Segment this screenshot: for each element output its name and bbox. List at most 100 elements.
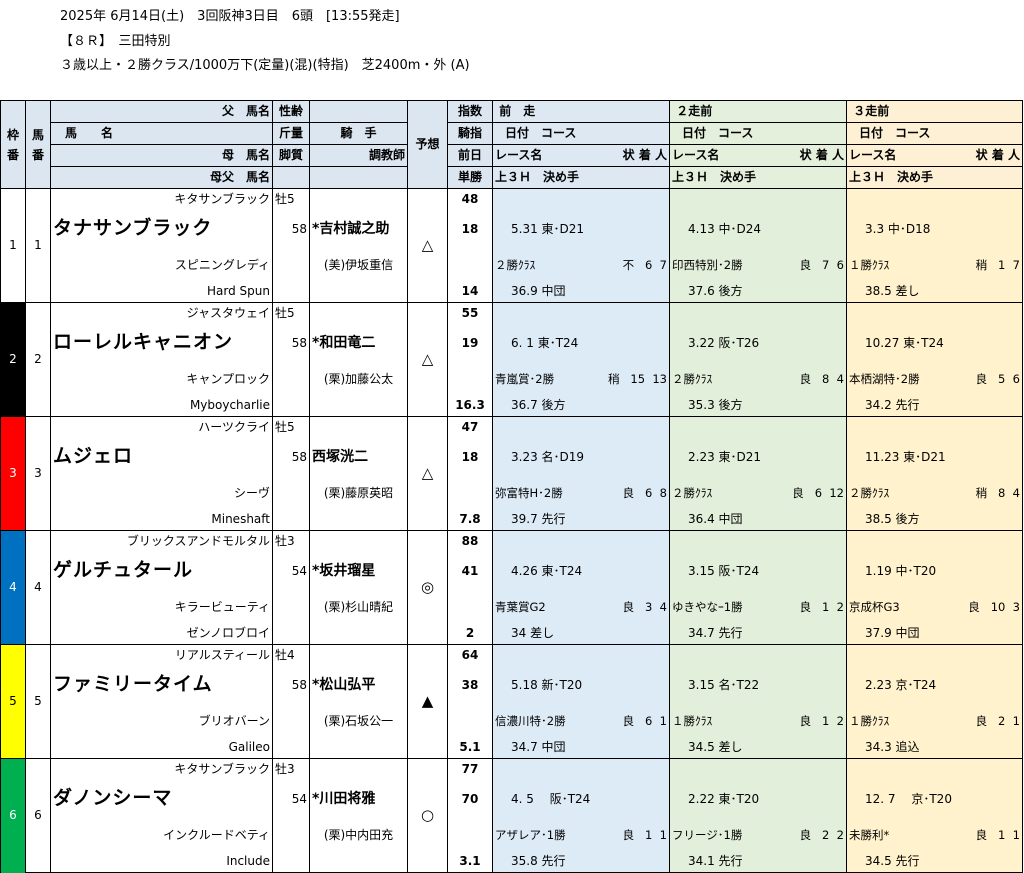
style-blank — [272, 281, 310, 303]
header-race-name-3: レース名 — [849, 148, 897, 162]
p3-date-course: 12. 7 京･T20 — [846, 780, 1023, 819]
horse-father: ブリックスアンドモルタル — [50, 530, 273, 552]
prediction-mark: ○ — [407, 758, 448, 873]
p2-race-name: ゆきやなｰ1勝 — [672, 600, 743, 614]
p2-track-condition: 良 — [799, 600, 812, 614]
prediction-mark: △ — [407, 188, 448, 303]
p2-last3f: 37.6 後方 — [669, 281, 847, 303]
horse-sex-age: 牡3 — [272, 758, 310, 780]
jockey-cell: *川田将雅 — [309, 780, 408, 819]
jockey-name[interactable]: *川田将雅 — [312, 791, 375, 807]
horse-mother-father: Hard Spun — [50, 281, 273, 303]
trainer-blank — [309, 623, 408, 645]
jockey-cell: *松山弘平 — [309, 666, 408, 705]
header-blank2 — [272, 166, 310, 189]
p2-date-course: 2.23 東･D21 — [669, 438, 847, 477]
header-horse-name: 馬 名 — [50, 122, 273, 145]
horse-name[interactable]: ゲルチュタール — [53, 559, 193, 581]
style-blank — [272, 509, 310, 531]
speed-index: 47 — [447, 416, 493, 438]
prediction-mark: ◎ — [407, 530, 448, 645]
horse-name[interactable]: ローレルキャニオン — [53, 331, 233, 353]
p1-blank — [492, 758, 670, 780]
p2-blank — [669, 188, 847, 210]
jockey-name[interactable]: *坂井瑠星 — [312, 563, 375, 579]
p2-date-course: 3.15 阪･T24 — [669, 552, 847, 591]
horse-name[interactable]: ダノンシーマ — [53, 787, 172, 809]
p3-track-condition: 良 — [975, 828, 988, 842]
leg-blank — [272, 705, 310, 737]
trainer-blank — [309, 737, 408, 759]
prev-day-blank — [447, 363, 493, 395]
horse-name-cell: ローレルキャニオン — [50, 324, 273, 363]
p1-finish-place: 6 — [645, 258, 653, 272]
win-odds: 3.1 — [447, 851, 493, 873]
p1-last3f: 39.7 先行 — [492, 509, 670, 531]
p1-race-name: 信濃川特･2勝 — [495, 714, 566, 728]
p2-finish-place: 1 — [822, 714, 830, 728]
prediction-mark: △ — [407, 416, 448, 531]
p2-finish-place: 8 — [822, 372, 830, 386]
header-prev-day: 前日 — [447, 144, 493, 167]
header-jockey-index: 騎指 — [447, 122, 493, 145]
trainer-blank — [309, 851, 408, 873]
p2-popularity: 2 — [836, 600, 844, 614]
horse-sex-age: 牡5 — [272, 188, 310, 210]
p3-popularity: 3 — [1012, 600, 1020, 614]
header-date-course-3: 日付 コース — [846, 122, 1023, 145]
p3-finish-place: 2 — [998, 714, 1006, 728]
p3-last3f: 34.5 先行 — [846, 851, 1023, 873]
header-leg: 脚質 — [272, 144, 310, 167]
header-blank — [309, 100, 408, 123]
horse-name[interactable]: ファミリータイム — [53, 673, 213, 695]
p3-last3f: 37.9 中団 — [846, 623, 1023, 645]
jockey-name[interactable]: 西塚洸二 — [312, 449, 368, 465]
p1-last3f: 34 差し — [492, 623, 670, 645]
horse-mother: キラービューティ — [50, 591, 273, 623]
p3-last3f: 34.3 追込 — [846, 737, 1023, 759]
jockey-blank — [309, 758, 408, 780]
p1-popularity: 4 — [659, 600, 667, 614]
header-last3f-2: 上３Ｈ 決め手 — [669, 166, 847, 189]
trainer-blank — [309, 509, 408, 531]
prediction-mark-symbol: ▲ — [421, 691, 434, 710]
jockey-blank — [309, 188, 408, 210]
p1-blank — [492, 302, 670, 324]
prediction-mark: △ — [407, 302, 448, 417]
header-weight: 斤量 — [272, 122, 310, 145]
p2-blank — [669, 416, 847, 438]
p1-blank — [492, 416, 670, 438]
trainer-blank — [309, 281, 408, 303]
horse-sex-age: 牡3 — [272, 530, 310, 552]
p3-date-course: 3.3 中･D18 — [846, 210, 1023, 249]
p3-last3f: 34.2 先行 — [846, 395, 1023, 417]
waku-number: 2 — [0, 302, 26, 417]
jockey-name[interactable]: *松山弘平 — [312, 677, 375, 693]
horse-name[interactable]: ムジェロ — [53, 445, 133, 467]
trainer-name: (栗)石坂公一 — [309, 705, 408, 737]
header-index: 指数 — [447, 100, 493, 123]
p1-date-course: 5.18 新･T20 — [492, 666, 670, 705]
win-odds: 14 — [447, 281, 493, 303]
horse-name[interactable]: タナサンブラック — [53, 217, 212, 239]
horse-sex-age: 牡5 — [272, 302, 310, 324]
p3-track-condition: 良 — [968, 600, 980, 614]
p1-track-condition: 稍 — [607, 372, 620, 386]
jockey-name[interactable]: *和田竜二 — [312, 335, 375, 351]
p3-track-condition: 良 — [975, 714, 988, 728]
jockey-name[interactable]: *吉村誠之助 — [312, 221, 389, 237]
p1-last3f: 34.7 中団 — [492, 737, 670, 759]
trainer-name: (栗)加藤公太 — [309, 363, 408, 395]
prev-day-blank — [447, 249, 493, 281]
horse-mother-father: Galileo — [50, 737, 273, 759]
header-last3f-1: 上３Ｈ 決め手 — [492, 166, 670, 189]
p3-race-name: 未勝利* — [849, 828, 890, 842]
win-odds: 16.3 — [447, 395, 493, 417]
jockey-index: 18 — [447, 438, 493, 477]
p2-popularity: 12 — [829, 486, 844, 500]
p2-popularity: 6 — [836, 258, 844, 272]
jockey-cell: 西塚洸二 — [309, 438, 408, 477]
jockey-index: 38 — [447, 666, 493, 705]
header-last3f-3: 上３Ｈ 決め手 — [846, 166, 1023, 189]
p1-race-name: 青嵐賞･2勝 — [495, 372, 555, 386]
